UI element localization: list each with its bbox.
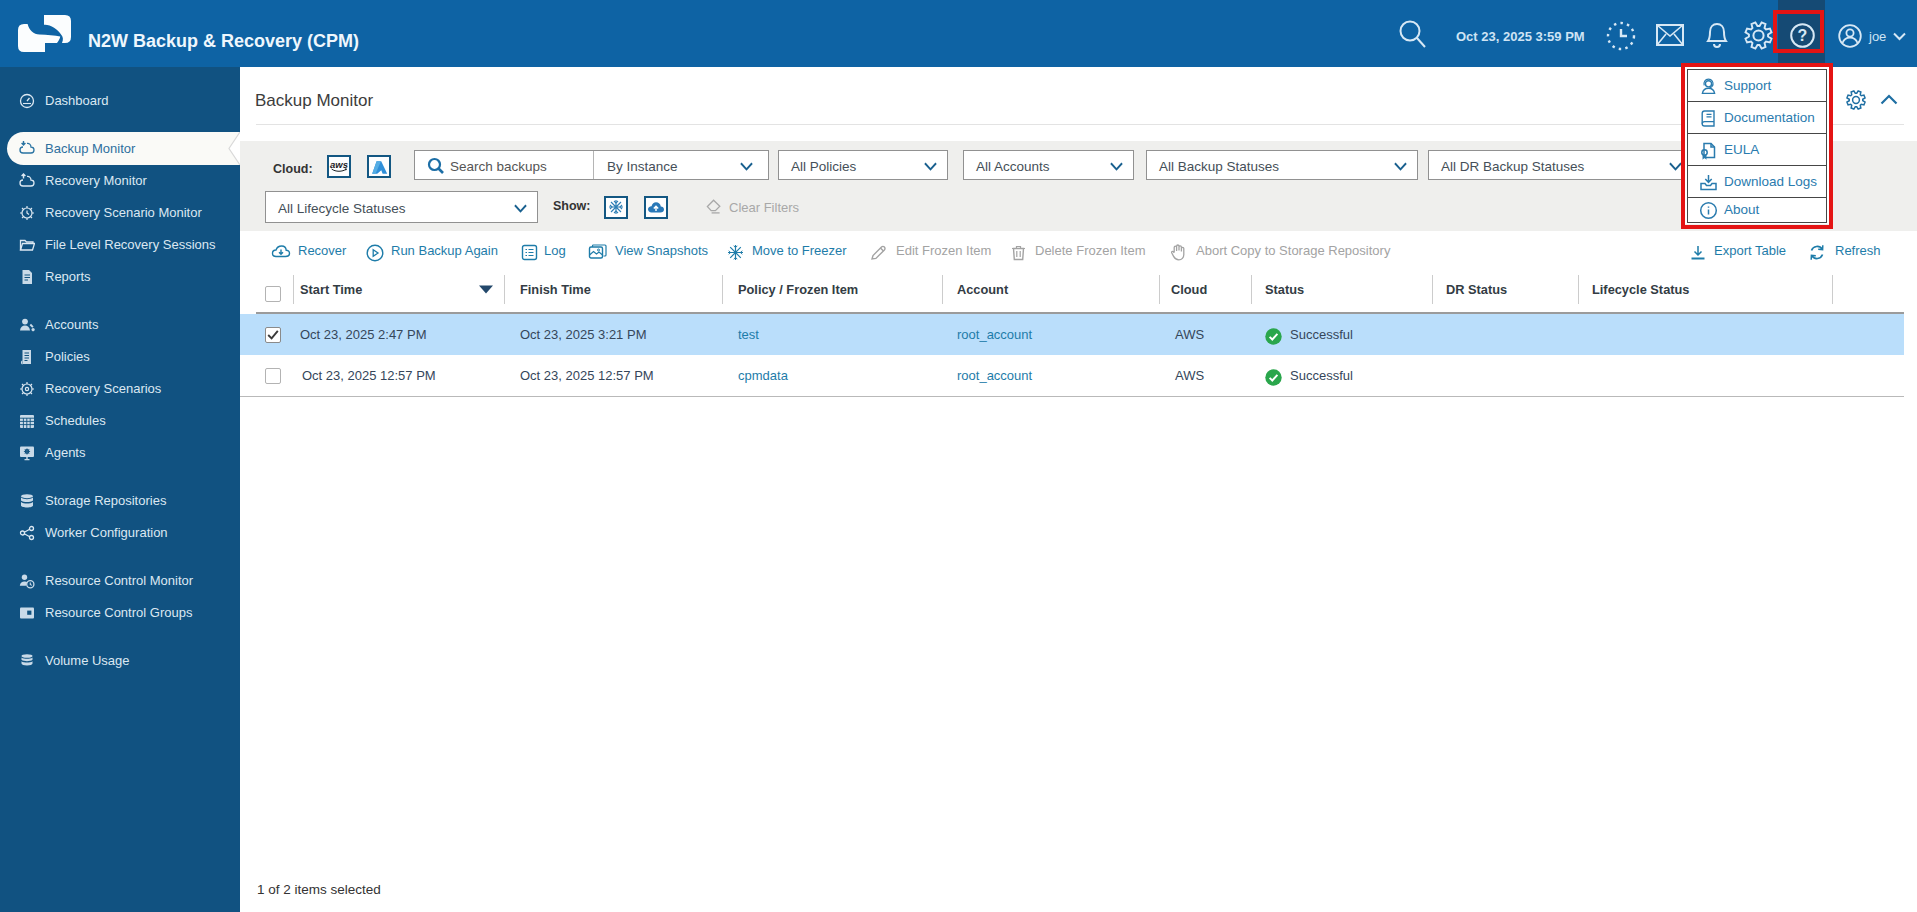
svg-text:aws: aws [330,159,348,170]
